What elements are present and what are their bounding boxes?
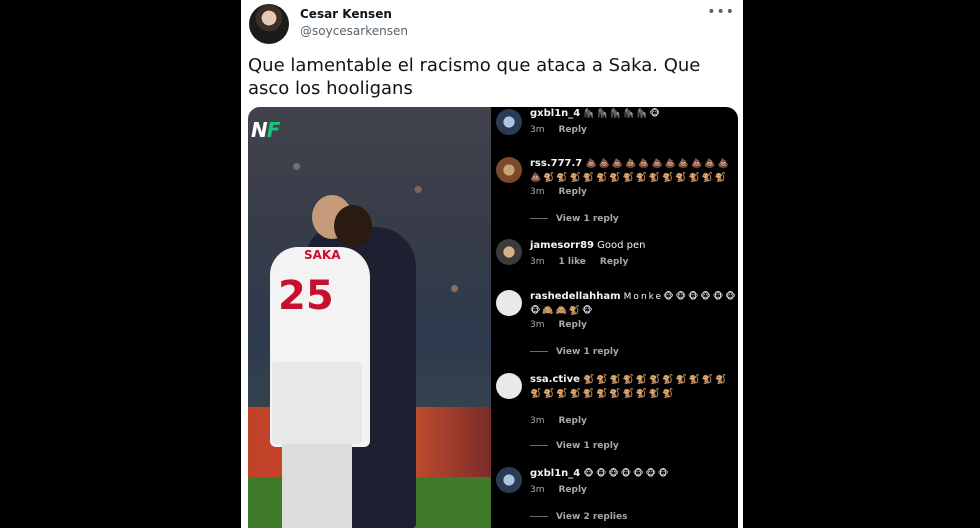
view-replies[interactable]: View 1 reply <box>530 347 619 357</box>
comment-text: 🐵🐵🐵🐵🐵🐵🐵 <box>583 469 671 479</box>
nf-logo-f: F <box>266 118 281 142</box>
author-handle[interactable]: @soycesarkensen <box>300 24 408 38</box>
comment-line: rss.777.7 💩💩💩💩💩💩💩💩💩💩💩💩🐒🐒🐒🐒🐒🐒🐒🐒🐒🐒🐒🐒🐒🐒 <box>530 157 738 185</box>
saka-photo: SAKA 25 NF <box>248 107 491 528</box>
view-replies-label[interactable]: View 2 replies <box>556 512 627 522</box>
comment-meta: 3m Reply <box>530 320 601 330</box>
comment-username[interactable]: gxbl1n_4 <box>530 468 580 479</box>
comment-time: 3m <box>530 485 545 495</box>
comment-likes[interactable]: 1 like <box>559 257 586 267</box>
comment-username[interactable]: rashedellahham <box>530 291 620 302</box>
comment-meta: 3m Reply <box>530 187 601 197</box>
comment-username[interactable]: ssa.ctive <box>530 374 580 385</box>
avatar[interactable] <box>249 4 289 44</box>
reply-button[interactable]: Reply <box>600 257 628 267</box>
comment-username[interactable]: rss.777.7 <box>530 158 582 169</box>
player-shorts <box>272 362 362 444</box>
jersey-number: 25 <box>278 273 334 319</box>
comment-time: 3m <box>530 125 545 135</box>
comment-time: 3m <box>530 257 545 267</box>
comment-line: jamesorr89 Good pen <box>530 240 646 251</box>
comment-line: gxbl1n_4 🦍🦍🦍🦍🦍🐵 <box>530 108 662 119</box>
comment-username[interactable]: gxbl1n_4 <box>530 108 580 119</box>
nf-logo-n: N <box>251 118 268 142</box>
view-replies[interactable]: View 2 replies <box>530 512 627 522</box>
view-replies-label[interactable]: View 1 reply <box>556 441 619 451</box>
comment-line: ssa.ctive 🐒🐒🐒🐒🐒🐒🐒🐒🐒🐒🐒🐒🐒🐒🐒🐒🐒🐒🐒🐒🐒🐒 <box>530 373 738 401</box>
author-name[interactable]: Cesar Kensen <box>300 7 392 21</box>
comments-screenshot: gxbl1n_4 🦍🦍🦍🦍🦍🐵 3m Reply rss.777.7 💩💩💩💩💩💩… <box>491 107 738 528</box>
view-replies-label[interactable]: View 1 reply <box>556 347 619 357</box>
commenter-avatar[interactable] <box>496 467 522 493</box>
comment-text: 🦍🦍🦍🦍🦍🐵 <box>583 109 662 119</box>
reply-button[interactable]: Reply <box>559 187 587 197</box>
more-options-icon[interactable]: ••• <box>707 4 735 20</box>
comment-username[interactable]: jamesorr89 <box>530 240 594 251</box>
tweet-card: Cesar Kensen @soycesarkensen ••• Que lam… <box>241 0 743 528</box>
comment-line: gxbl1n_4 🐵🐵🐵🐵🐵🐵🐵 <box>530 468 670 479</box>
comment-meta: 3m 1 like Reply <box>530 257 642 267</box>
view-replies[interactable]: View 1 reply <box>530 214 619 224</box>
comment-text: Good pen <box>597 240 646 251</box>
view-replies[interactable]: View 1 reply <box>530 441 619 451</box>
comment-meta: 3m Reply <box>530 416 601 426</box>
player-legs <box>282 444 352 528</box>
nf-logo: NF <box>251 118 281 142</box>
commenter-avatar[interactable] <box>496 290 522 316</box>
reply-button[interactable]: Reply <box>559 485 587 495</box>
commenter-avatar[interactable] <box>496 239 522 265</box>
reply-button[interactable]: Reply <box>559 320 587 330</box>
commenter-avatar[interactable] <box>496 109 522 135</box>
jersey-name: SAKA <box>304 248 341 262</box>
tweet-text: Que lamentable el racismo que ataca a Sa… <box>248 55 701 99</box>
comment-time: 3m <box>530 320 545 330</box>
comment-meta: 3m Reply <box>530 125 601 135</box>
tweet-media[interactable]: SAKA 25 NF gxbl1n_4 🦍🦍🦍🦍🦍🐵 3m Reply rss.7… <box>248 107 738 528</box>
comment-line: rashedellahham Monke🐵🐵🐵🐵🐵🐵🐵🙈🙈🐒🐵 <box>530 290 738 318</box>
comment-time: 3m <box>530 416 545 426</box>
comment-time: 3m <box>530 187 545 197</box>
reply-button[interactable]: Reply <box>559 125 587 135</box>
reply-button[interactable]: Reply <box>559 416 587 426</box>
commenter-avatar[interactable] <box>496 373 522 399</box>
view-replies-label[interactable]: View 1 reply <box>556 214 619 224</box>
commenter-avatar[interactable] <box>496 157 522 183</box>
comment-meta: 3m Reply <box>530 485 601 495</box>
player-head <box>334 205 372 247</box>
